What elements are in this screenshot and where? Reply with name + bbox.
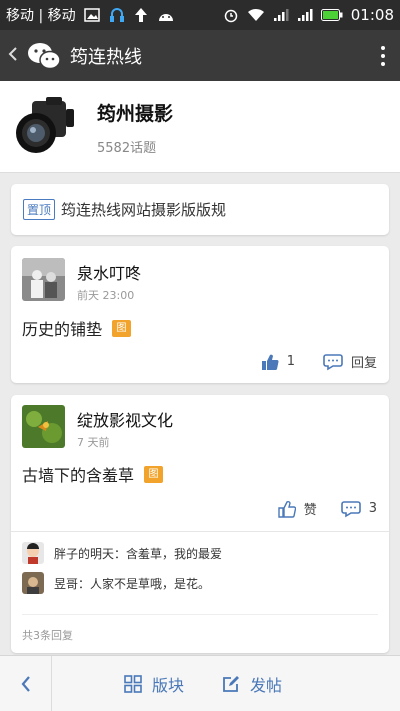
pinned-badge: 置顶 bbox=[23, 199, 56, 220]
page-title: 筠连热线 bbox=[70, 46, 142, 68]
image-badge: 图 bbox=[112, 319, 132, 337]
commenter-avatar bbox=[22, 572, 44, 594]
reply-label: 回复 bbox=[350, 356, 377, 371]
commenter-avatar bbox=[22, 542, 44, 564]
forum-avatar bbox=[10, 93, 82, 159]
edit-icon bbox=[223, 675, 240, 692]
post-title[interactable]: 历史的铺垫 图 bbox=[22, 316, 132, 340]
clock: 01:08 bbox=[350, 6, 394, 24]
topic-count: 5582话题 bbox=[97, 141, 157, 156]
comment-text: 胖子的明天：含羞草，我的最爱 bbox=[54, 546, 223, 561]
bottom-bar: 版块 发帖 bbox=[0, 655, 400, 711]
thumbs-up-icon bbox=[278, 500, 296, 518]
avatar[interactable] bbox=[22, 258, 65, 301]
reply-count: 3 bbox=[368, 501, 377, 516]
board-label: 版块 bbox=[152, 675, 185, 695]
chevron-left-icon bbox=[8, 47, 17, 61]
post-title-text: 历史的铺垫 bbox=[22, 320, 103, 339]
chevron-left-icon bbox=[21, 675, 30, 692]
reply-button[interactable]: 3 bbox=[340, 500, 377, 518]
more-menu-button[interactable] bbox=[366, 41, 400, 71]
comment-icon bbox=[323, 353, 343, 370]
comment-item[interactable]: 胖子的明天：含羞草，我的最爱 bbox=[22, 542, 222, 564]
pinned-title: 筠连热线网站摄影版版规 bbox=[61, 201, 227, 219]
divider bbox=[22, 614, 378, 615]
comment-icon bbox=[340, 500, 361, 517]
comment-item[interactable]: 昱哥：人家不是草哦，是花。 bbox=[22, 572, 210, 594]
like-button[interactable]: 赞 bbox=[278, 499, 317, 518]
post-card[interactable]: 泉水叮咚 前天 23:00 历史的铺垫 图 1 回复 bbox=[11, 246, 389, 383]
post-title-text: 古墙下的含羞草 bbox=[22, 466, 135, 485]
wifi-icon bbox=[247, 8, 264, 21]
headset-icon bbox=[109, 8, 124, 22]
like-button[interactable]: 1 bbox=[261, 353, 295, 371]
forum-header: 筠州摄影 5582话题 bbox=[0, 81, 400, 173]
comment-text: 昱哥：人家不是草哦，是花。 bbox=[54, 576, 211, 591]
signal-icon-2 bbox=[297, 9, 313, 21]
post-author[interactable]: 泉水叮咚 bbox=[77, 260, 141, 284]
battery-icon bbox=[320, 9, 343, 21]
new-post-button[interactable]: 发帖 bbox=[222, 672, 282, 696]
grid-icon bbox=[124, 674, 142, 693]
board-button[interactable]: 版块 bbox=[124, 672, 184, 696]
post-card[interactable]: 绽放影视文化 7 天前 古墙下的含羞草 图 赞 3 胖子的明天：含羞草，我的最爱… bbox=[11, 395, 389, 653]
image-badge: 图 bbox=[144, 465, 164, 483]
signal-icon bbox=[273, 9, 289, 21]
post-author[interactable]: 绽放影视文化 bbox=[77, 407, 173, 431]
like-count: 1 bbox=[286, 354, 295, 369]
thumbs-up-icon bbox=[261, 354, 279, 370]
wechat-icon bbox=[26, 38, 62, 74]
forum-name: 筠州摄影 bbox=[97, 103, 174, 125]
carrier-label: 移动 | 移动 bbox=[6, 8, 76, 24]
android-icon bbox=[158, 14, 173, 21]
like-label: 赞 bbox=[303, 503, 317, 518]
post-time: 7 天前 bbox=[77, 436, 110, 449]
status-bar: 移动 | 移动 01:08 bbox=[0, 0, 400, 30]
title-bar: 筠连热线 bbox=[0, 30, 400, 81]
reply-button[interactable]: 回复 bbox=[323, 352, 377, 371]
post-time: 前天 23:00 bbox=[77, 289, 135, 302]
pinned-post[interactable]: 置顶 筠连热线网站摄影版版规 bbox=[11, 184, 389, 235]
back-button[interactable] bbox=[0, 43, 26, 68]
upload-icon bbox=[134, 8, 147, 22]
post-title[interactable]: 古墙下的含羞草 图 bbox=[22, 462, 164, 486]
alarm-icon bbox=[224, 9, 238, 23]
post-label: 发帖 bbox=[250, 675, 283, 695]
image-icon bbox=[83, 8, 100, 22]
bottom-back-button[interactable] bbox=[0, 655, 52, 711]
comment-preview[interactable]: 胖子的明天：含羞草，我的最爱 昱哥：人家不是草哦，是花。 共3条回复 bbox=[11, 531, 389, 653]
comments-total[interactable]: 共3条回复 bbox=[22, 627, 73, 643]
avatar[interactable] bbox=[22, 405, 65, 448]
